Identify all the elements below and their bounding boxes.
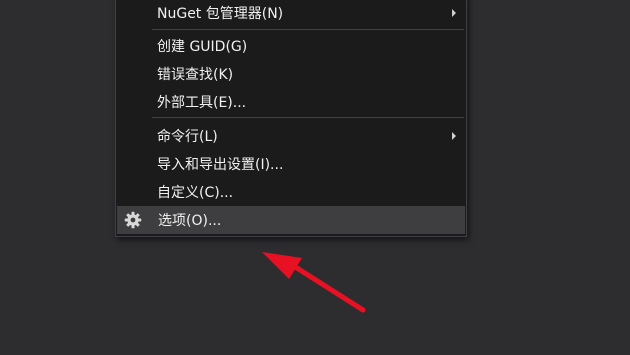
red-arrow-annotation [262, 252, 366, 313]
